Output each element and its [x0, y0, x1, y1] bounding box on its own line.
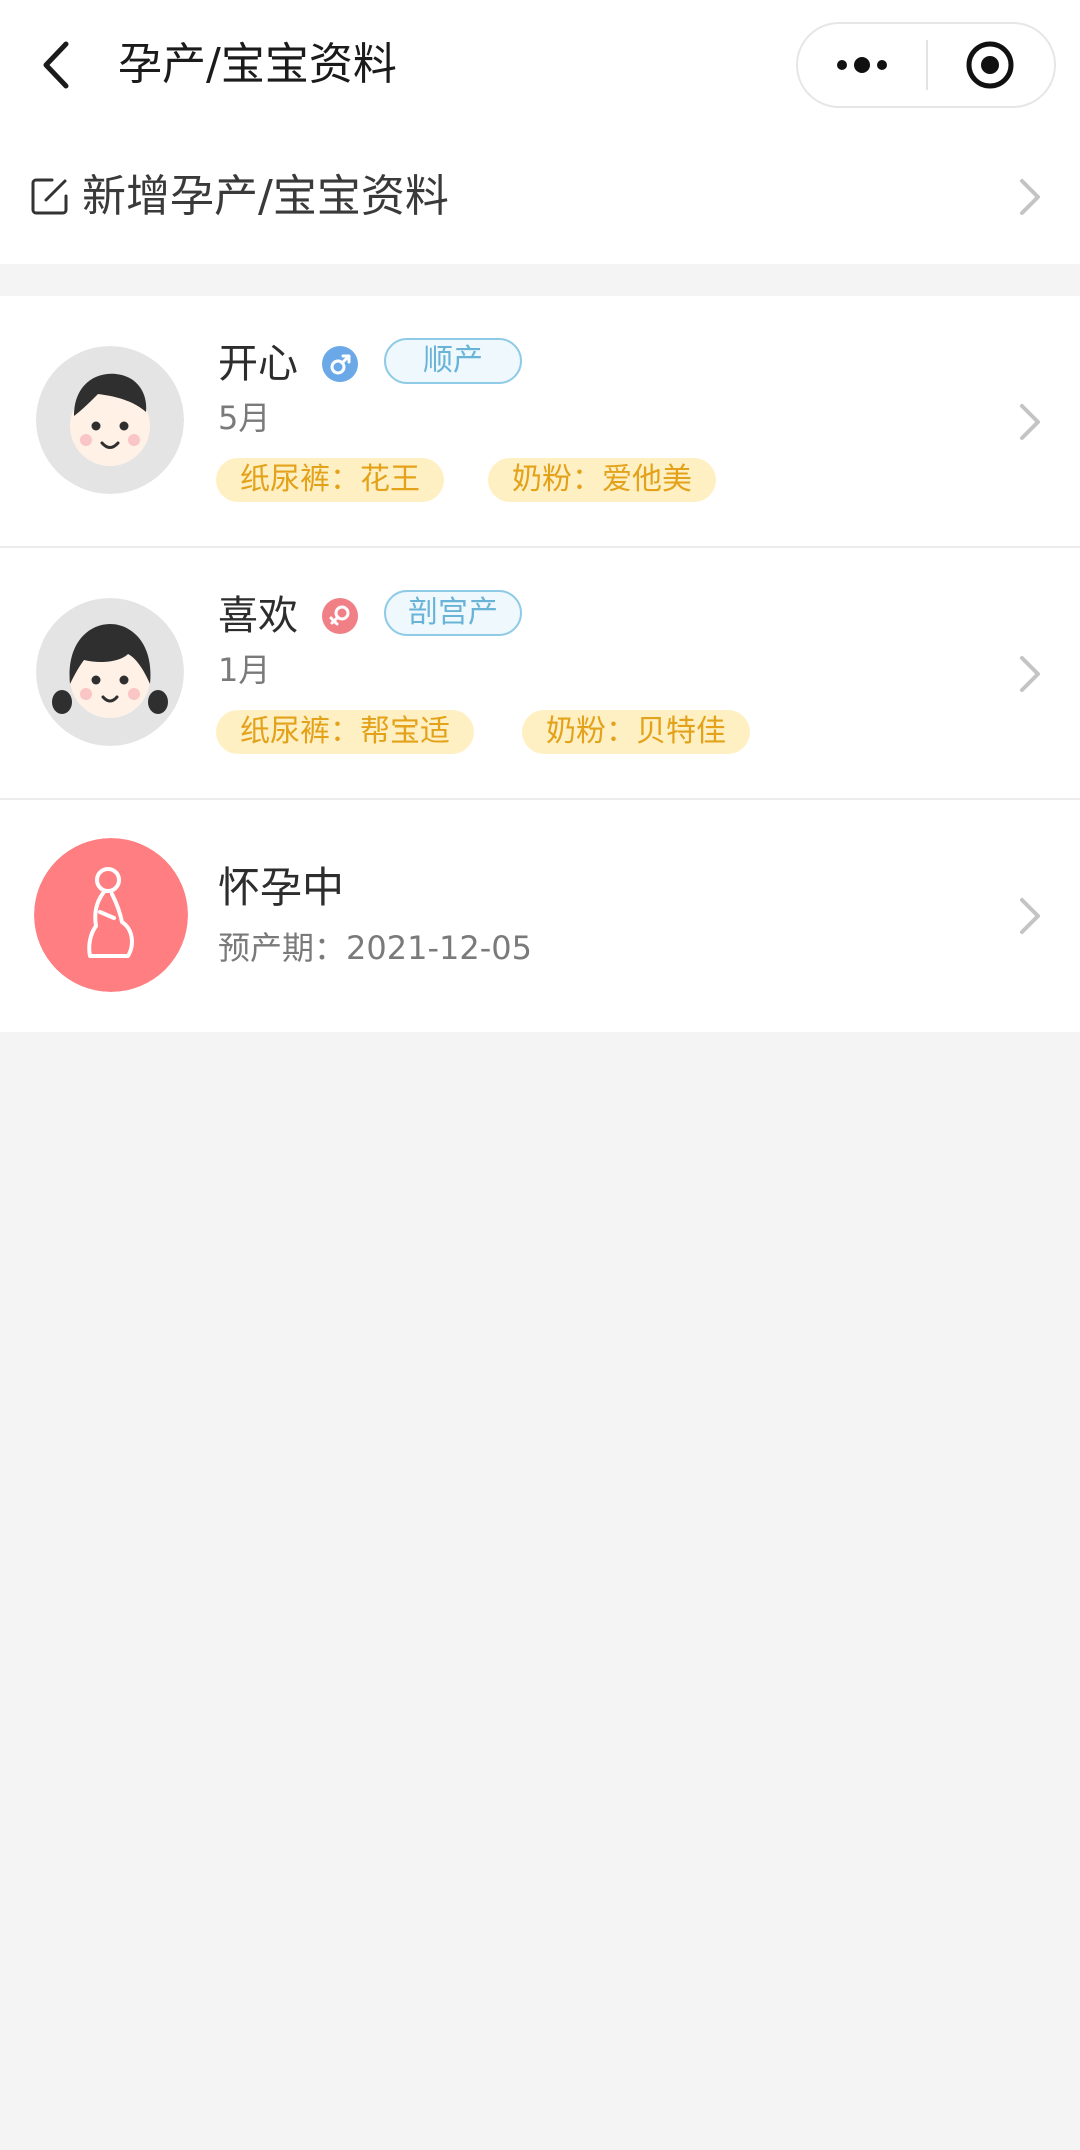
navigation-bar: 孕产/宝宝资料: [0, 0, 1080, 130]
list-item-baby[interactable]: 喜欢 剖宫产 1月 纸尿裤：帮宝适 奶粉：贝特佳: [0, 548, 1080, 800]
formula-tag: 奶粉：爱他美: [488, 458, 716, 502]
chevron-right-icon: [1020, 898, 1040, 934]
formula-tag: 奶粉：贝特佳: [522, 710, 750, 754]
edit-icon: [31, 178, 68, 215]
page: 孕产/宝宝资料 新增孕产/宝宝资料 开心 顺产 5月 纸尿裤：花王 奶粉：爱他美…: [0, 0, 1080, 2150]
due-date: 预产期：2021-12-05: [218, 929, 532, 967]
more-button[interactable]: [798, 24, 926, 106]
more-dots-icon: [837, 57, 887, 73]
list-item-baby[interactable]: 开心 顺产 5月 纸尿裤：花王 奶粉：爱他美: [0, 296, 1080, 548]
baby-boy-avatar: [36, 346, 184, 494]
baby-girl-face-icon: [36, 598, 184, 746]
diaper-tag: 纸尿裤：花王: [216, 458, 444, 502]
baby-boy-face-icon: [36, 346, 184, 494]
list-item-pregnancy[interactable]: 怀孕中 预产期：2021-12-05: [0, 800, 1080, 1032]
baby-age: 5月: [218, 399, 271, 437]
pregnancy-avatar: [34, 838, 188, 992]
profile-list: 开心 顺产 5月 纸尿裤：花王 奶粉：爱他美 喜欢 剖宫产 1月 纸尿裤：帮宝适…: [0, 296, 1080, 1032]
baby-age: 1月: [218, 651, 271, 689]
male-gender-icon: [322, 346, 358, 382]
close-mini-program-button[interactable]: [928, 24, 1054, 106]
diaper-tag: 纸尿裤：帮宝适: [216, 710, 474, 754]
birth-type-badge: 剖宫产: [384, 590, 522, 636]
chevron-right-icon: [1020, 404, 1040, 440]
target-close-icon: [966, 41, 1014, 89]
baby-name: 开心: [218, 341, 298, 387]
birth-type-badge: 顺产: [384, 338, 522, 384]
baby-girl-avatar: [36, 598, 184, 746]
add-profile-label: 新增孕产/宝宝资料: [82, 171, 449, 222]
female-gender-icon: [322, 598, 358, 634]
pregnancy-status: 怀孕中: [218, 863, 345, 912]
back-button[interactable]: [34, 32, 84, 98]
add-profile-row[interactable]: 新增孕产/宝宝资料: [0, 130, 1080, 264]
baby-name: 喜欢: [218, 593, 298, 639]
chevron-right-icon: [1020, 656, 1040, 692]
pregnant-woman-icon: [34, 838, 188, 992]
page-title: 孕产/宝宝资料: [118, 39, 397, 90]
chevron-left-icon: [43, 41, 69, 89]
mini-program-capsule: [796, 22, 1056, 108]
chevron-right-icon: [1020, 179, 1040, 215]
